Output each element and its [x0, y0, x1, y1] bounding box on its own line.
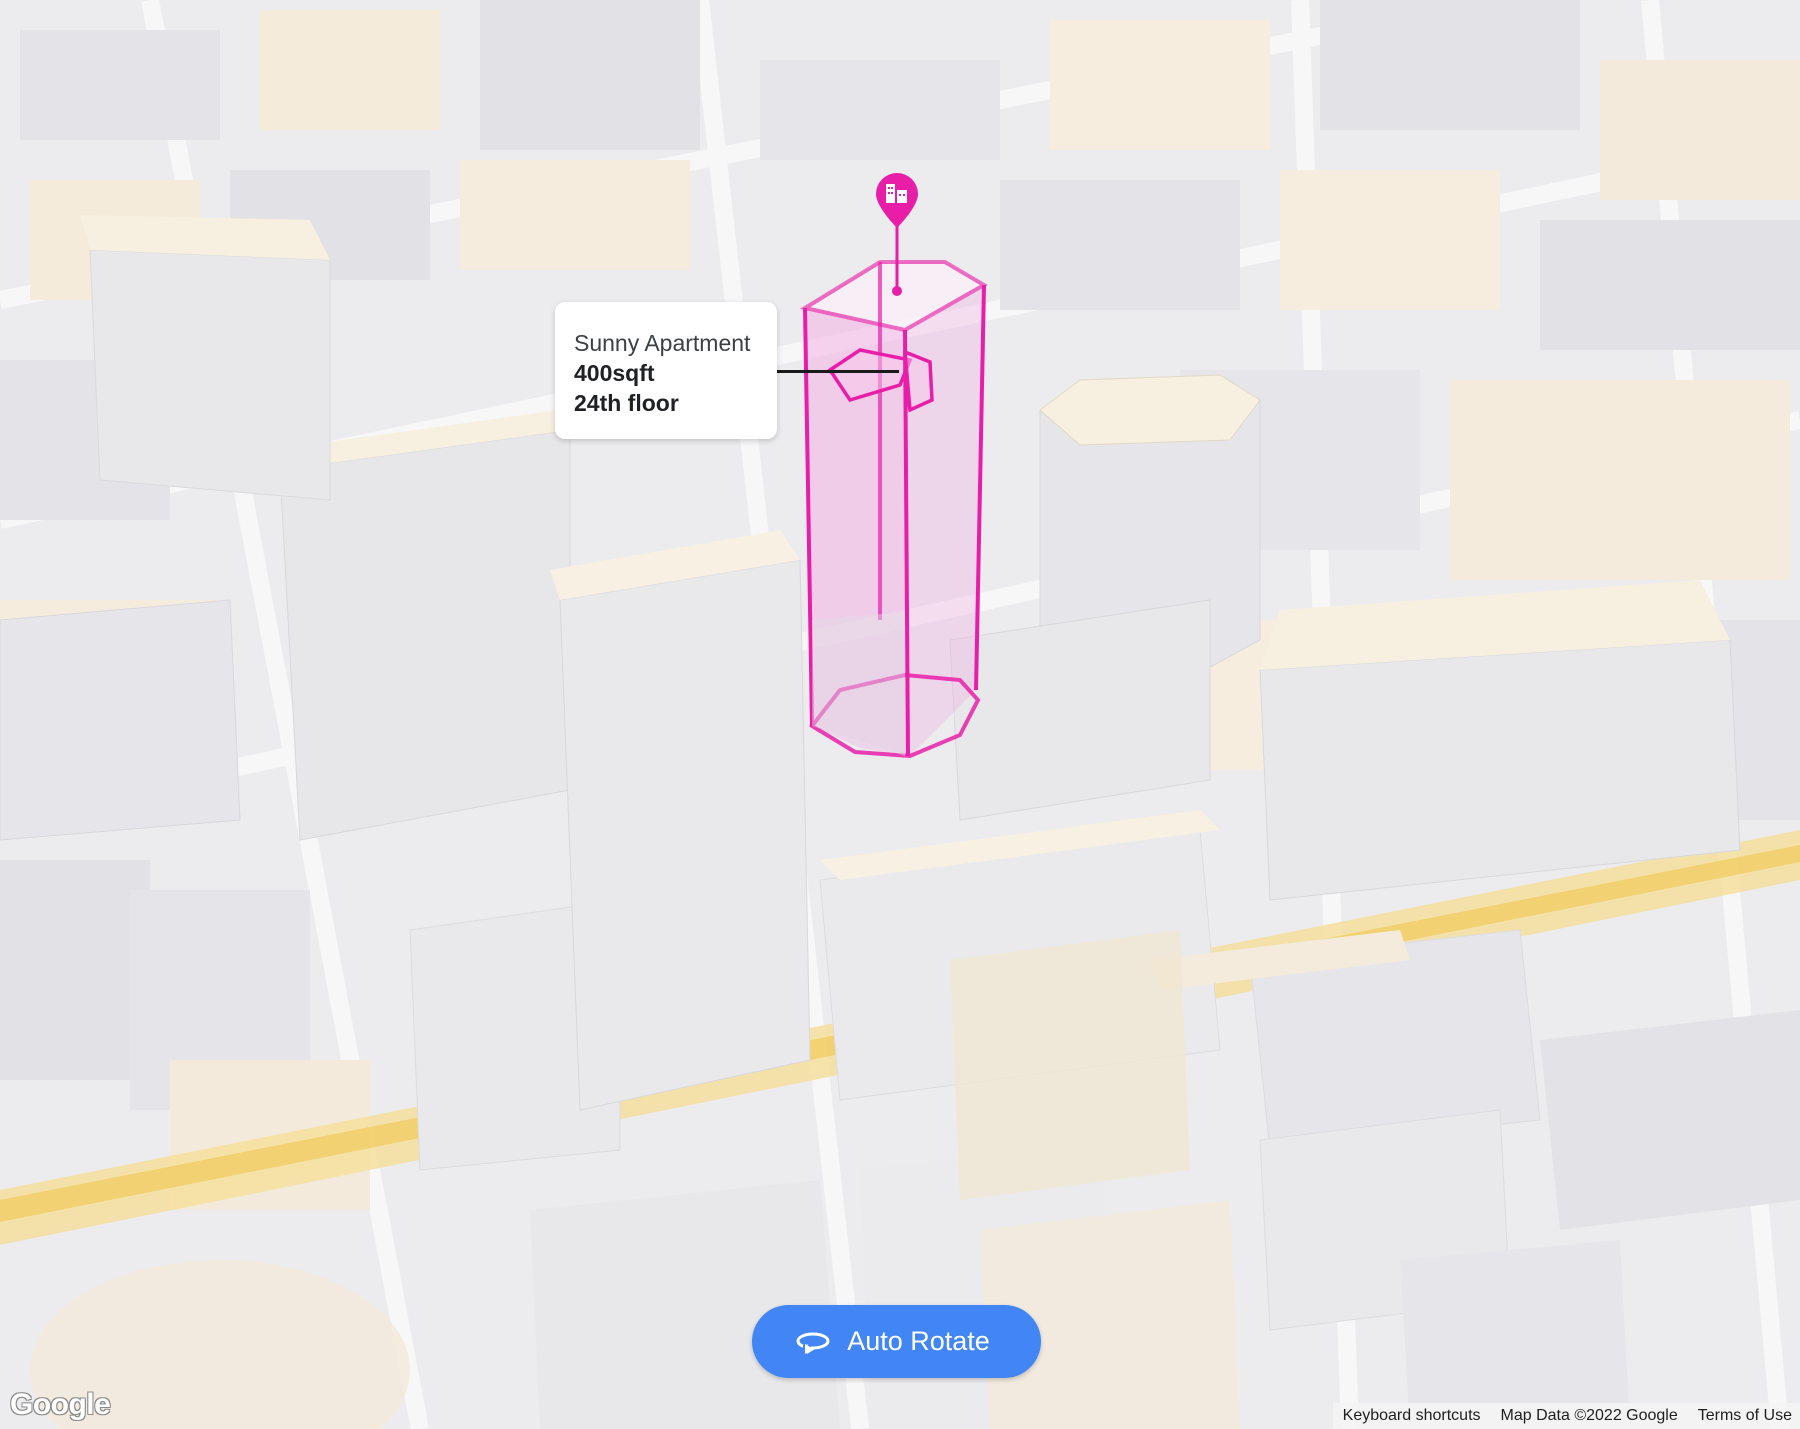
terms-of-use-link[interactable]: Terms of Use: [1698, 1407, 1792, 1425]
map-canvas[interactable]: [0, 0, 1800, 1429]
google-logo: Google: [10, 1388, 111, 1421]
info-card-title: Sunny Apartment: [574, 330, 751, 356]
map-footer: Keyboard shortcuts Map Data ©2022 Google…: [1332, 1403, 1800, 1429]
info-card: Sunny Apartment 400sqft 24th floor: [555, 302, 777, 439]
rotate-icon: [796, 1332, 830, 1354]
auto-rotate-label: Auto Rotate: [847, 1326, 990, 1356]
map-data-attribution: Map Data ©2022 Google: [1500, 1407, 1678, 1424]
highlighted-building[interactable]: [799, 260, 988, 759]
keyboard-shortcuts-link[interactable]: Keyboard shortcuts: [1343, 1407, 1481, 1425]
auto-rotate-button[interactable]: Auto Rotate: [752, 1305, 1041, 1378]
info-card-leader-line: [777, 370, 899, 373]
info-card-floor: 24th floor: [574, 390, 679, 416]
info-card-size: 400sqft: [574, 360, 655, 386]
